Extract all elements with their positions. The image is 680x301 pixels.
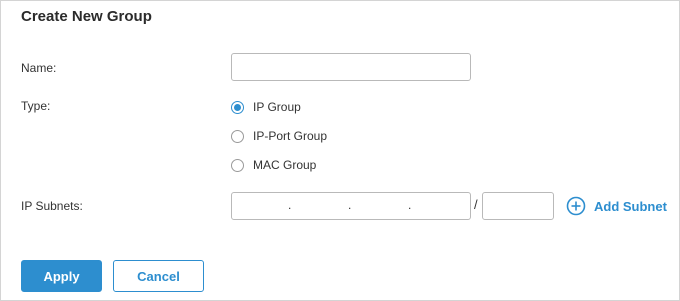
mask-separator: / (474, 197, 478, 212)
radio-label: MAC Group (253, 158, 317, 172)
radio-button[interactable] (231, 129, 244, 143)
create-group-panel: Create New Group Name: Type: IP Group IP… (0, 0, 680, 301)
name-input[interactable] (231, 53, 471, 81)
add-subnet-button[interactable]: Add Subnet (566, 196, 667, 216)
subnet-mask-input[interactable] (482, 192, 554, 220)
ip-octet-separator: . (348, 198, 352, 212)
apply-button[interactable]: Apply (21, 260, 102, 292)
radio-button[interactable] (231, 158, 244, 172)
ip-address-input[interactable]: . . . (231, 192, 471, 220)
plus-circle-icon (566, 196, 586, 216)
radio-ip-port-group[interactable]: IP-Port Group (231, 129, 327, 143)
type-label: Type: (21, 99, 51, 113)
name-label: Name: (21, 61, 57, 75)
cancel-button[interactable]: Cancel (113, 260, 204, 292)
ip-subnets-label: IP Subnets: (21, 199, 83, 213)
radio-mac-group[interactable]: MAC Group (231, 158, 316, 172)
ip-octet-separator: . (288, 198, 292, 212)
radio-ip-group[interactable]: IP Group (231, 100, 301, 114)
radio-button-selected[interactable] (231, 100, 244, 114)
page-title: Create New Group (21, 8, 152, 25)
radio-label: IP Group (253, 100, 301, 114)
radio-label: IP-Port Group (253, 129, 328, 143)
add-subnet-label: Add Subnet (594, 198, 667, 214)
ip-octet-separator: . (408, 198, 412, 212)
